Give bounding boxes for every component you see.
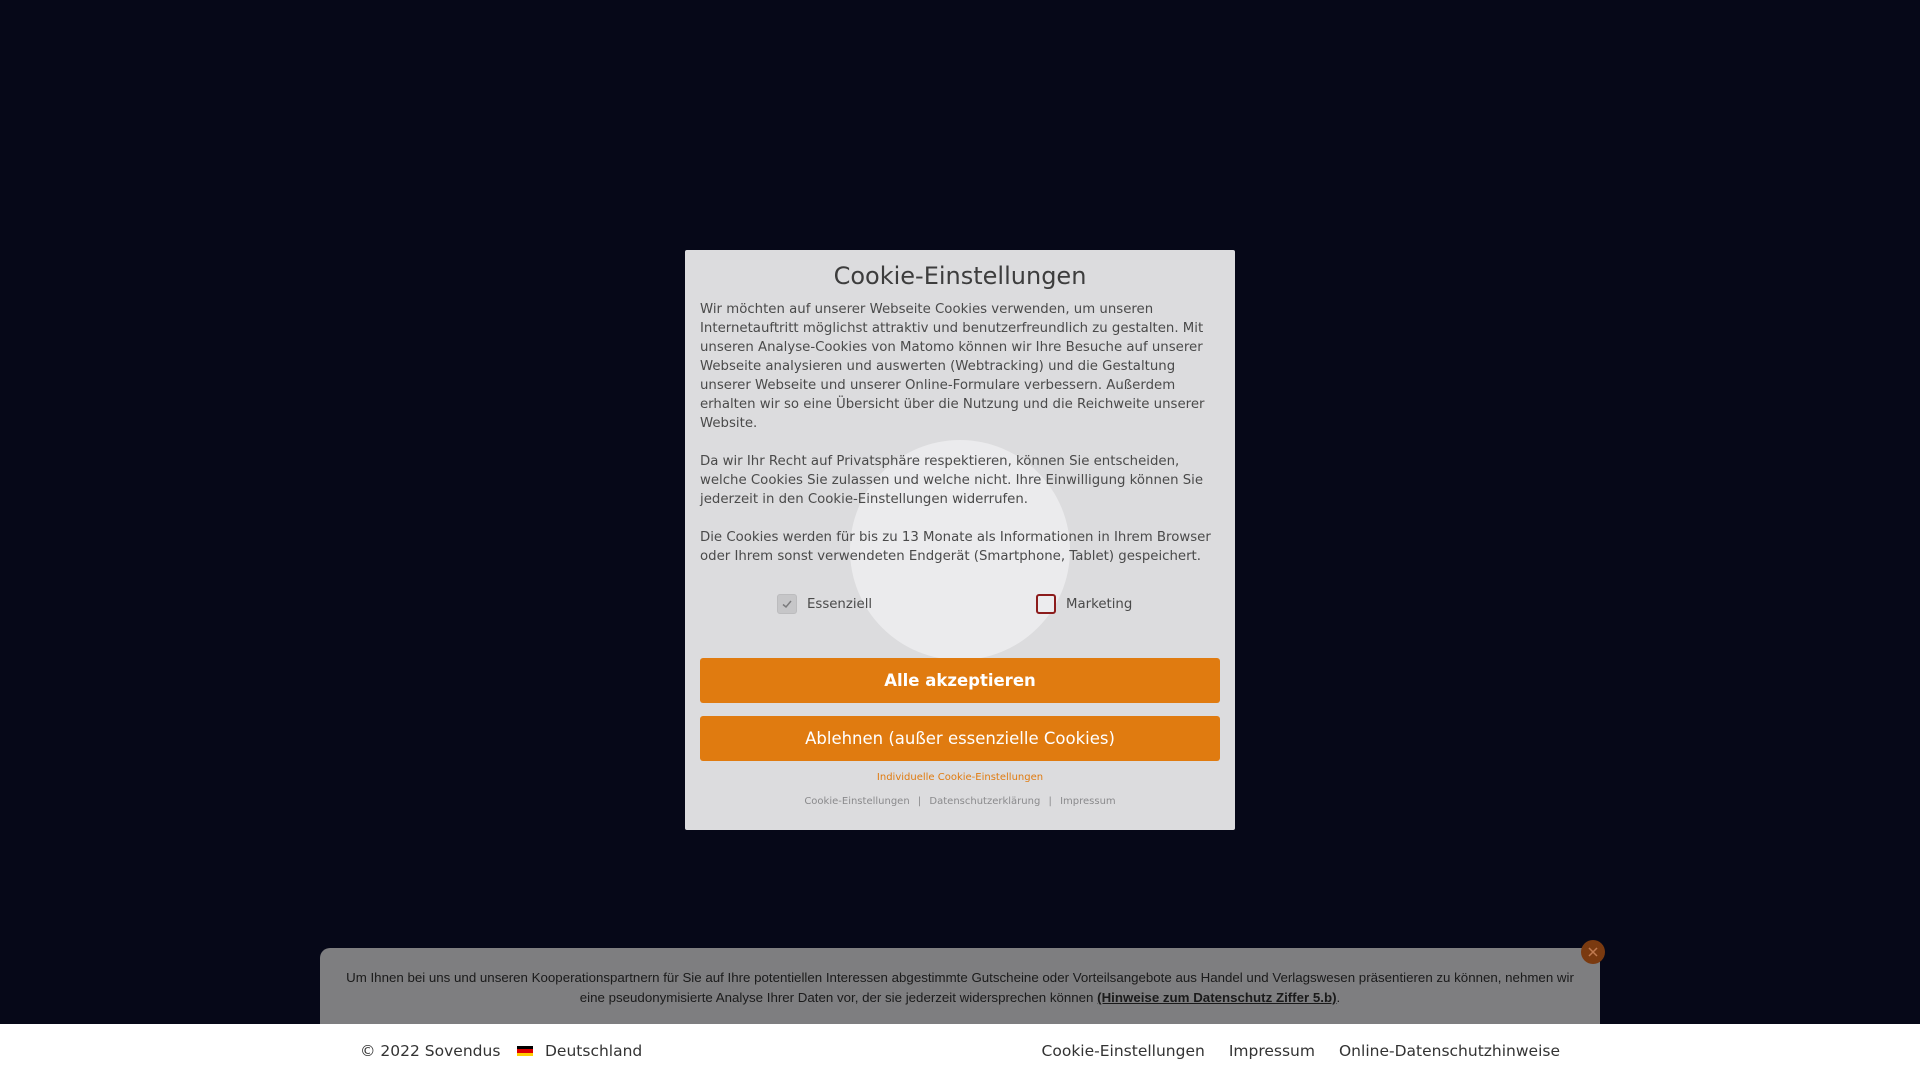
link-separator: | bbox=[917, 796, 922, 807]
footer-imprint-link[interactable]: Impressum bbox=[1229, 1042, 1315, 1060]
cookie-category-checkboxes: Essenziell Marketing bbox=[685, 594, 1235, 618]
checkmark-icon bbox=[782, 600, 792, 609]
marketing-checkbox-box[interactable] bbox=[1036, 594, 1056, 614]
privacy-info-banner: Um Ihnen bei uns und unseren Kooperation… bbox=[320, 948, 1600, 1024]
banner-text-end: . bbox=[1336, 990, 1341, 1005]
dialog-paragraph: Die Cookies werden für bis zu 13 Monate … bbox=[700, 530, 1211, 564]
site-footer: © 2022 Sovendus Deutschland Cookie-Einst… bbox=[0, 1024, 1920, 1080]
individual-settings-link[interactable]: Individuelle Cookie-Einstellungen bbox=[685, 772, 1235, 783]
essential-checkbox-label: Essenziell bbox=[807, 596, 873, 612]
accept-all-button[interactable]: Alle akzeptieren bbox=[700, 658, 1220, 703]
footer-cookie-settings-link[interactable]: Cookie-Einstellungen bbox=[1042, 1042, 1205, 1060]
dialog-cookie-settings-link[interactable]: Cookie-Einstellungen bbox=[804, 796, 909, 807]
link-separator: | bbox=[1048, 796, 1052, 807]
dialog-body: Wir möchten auf unserer Webseite Cookies… bbox=[700, 300, 1225, 585]
footer-privacy-link[interactable]: Online-Datenschutzhinweise bbox=[1339, 1042, 1560, 1060]
copyright: © 2022 Sovendus bbox=[360, 1042, 501, 1060]
dialog-imprint-link[interactable]: Impressum bbox=[1060, 796, 1116, 807]
dialog-paragraph: Wir möchten auf unserer Webseite Cookies… bbox=[700, 302, 1205, 431]
banner-text: Um Ihnen bei uns und unseren Kooperation… bbox=[346, 970, 1574, 1005]
reject-button[interactable]: Ablehnen (außer essenzielle Cookies) bbox=[700, 716, 1220, 761]
country-label: Deutschland bbox=[545, 1042, 643, 1060]
cookie-settings-dialog: Cookie-Einstellungen Wir möchten auf uns… bbox=[685, 250, 1235, 830]
essential-checkbox[interactable]: Essenziell bbox=[777, 594, 872, 614]
country-selector[interactable]: Deutschland bbox=[517, 1042, 642, 1060]
dialog-footer-links: Cookie-Einstellungen | Datenschutzerklär… bbox=[685, 796, 1235, 807]
dialog-title: Cookie-Einstellungen bbox=[833, 262, 1087, 290]
dialog-privacy-link[interactable]: Datenschutzerklärung bbox=[929, 796, 1040, 807]
banner-close-button[interactable] bbox=[1581, 940, 1605, 964]
privacy-hint-link[interactable]: (Hinweise zum Datenschutz Ziffer 5.b) bbox=[1097, 990, 1336, 1005]
marketing-checkbox-label: Marketing bbox=[1066, 596, 1133, 612]
close-icon bbox=[1588, 947, 1598, 957]
germany-flag-icon bbox=[517, 1045, 533, 1057]
essential-checkbox-box[interactable] bbox=[777, 594, 797, 614]
dialog-paragraph: Da wir Ihr Recht auf Privatsphäre respek… bbox=[700, 454, 1204, 507]
marketing-checkbox[interactable]: Marketing bbox=[1036, 594, 1132, 614]
footer-nav: Cookie-Einstellungen Impressum Online-Da… bbox=[1018, 1042, 1560, 1060]
